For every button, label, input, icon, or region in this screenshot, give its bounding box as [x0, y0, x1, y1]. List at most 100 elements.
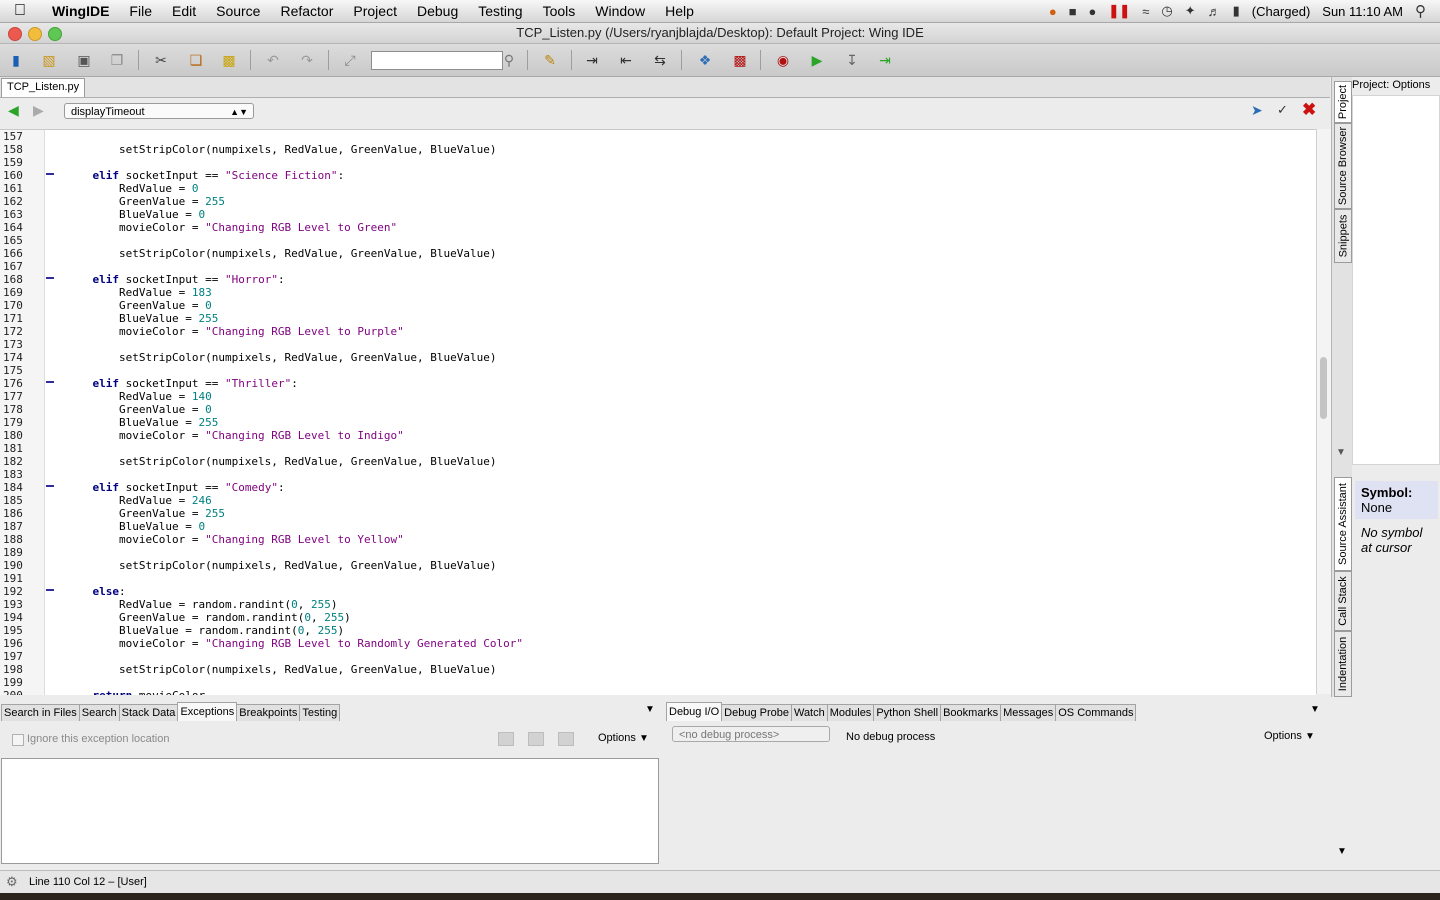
fold-marker-icon[interactable] — [46, 485, 54, 491]
menu-project[interactable]: Project — [343, 3, 407, 19]
menu-testing[interactable]: Testing — [468, 3, 532, 19]
tab-stack-data[interactable]: Stack Data — [118, 704, 179, 721]
tab-python-shell[interactable]: Python Shell — [873, 704, 942, 721]
save-all-icon[interactable]: ❐ — [108, 51, 126, 69]
cut-icon[interactable]: ✂ — [152, 51, 170, 69]
code-line[interactable]: 196 movieColor = "Changing RGB Level to … — [0, 637, 1316, 650]
code-line[interactable]: 176 elif socketInput == "Thriller": — [0, 377, 1316, 390]
clock-icon[interactable]: ◷ — [1161, 3, 1172, 19]
battery-status[interactable]: (Charged) — [1252, 4, 1311, 19]
fold-marker-icon[interactable] — [46, 277, 54, 283]
close-editor-icon[interactable]: ✖ — [1302, 100, 1316, 120]
options-chevron-icon[interactable]: ✓ — [1277, 102, 1288, 118]
step-into-icon[interactable]: ↧ — [843, 51, 861, 69]
code-line[interactable]: 158 setStripColor(numpixels, RedValue, G… — [0, 143, 1316, 156]
code-line[interactable]: 177 RedValue = 140 — [0, 390, 1316, 403]
close-window-button[interactable] — [8, 27, 22, 41]
menu-help[interactable]: Help — [655, 3, 704, 19]
run-debug-icon[interactable]: ▶ — [808, 51, 826, 69]
code-line[interactable]: 167 — [0, 260, 1316, 273]
spotlight-search-icon[interactable]: ⚲ — [1415, 2, 1426, 20]
code-line[interactable]: 186 GreenValue = 255 — [0, 507, 1316, 520]
tab-bookmarks[interactable]: Bookmarks — [940, 704, 1002, 721]
code-line[interactable]: 173 — [0, 338, 1316, 351]
exceptions-options-button[interactable]: Options ▼ — [598, 732, 649, 744]
code-line[interactable]: 191 — [0, 572, 1316, 585]
fold-marker-icon[interactable] — [46, 173, 54, 179]
step-out-icon[interactable]: ⇥ — [876, 51, 894, 69]
tab-search-in-files[interactable]: Search in Files — [1, 704, 80, 721]
tab-debug-probe[interactable]: Debug Probe — [721, 704, 792, 721]
project-pane-header[interactable]: Project: Options — [1352, 79, 1430, 91]
code-line[interactable]: 174 setStripColor(numpixels, RedValue, G… — [0, 351, 1316, 364]
code-line[interactable]: 199 — [0, 676, 1316, 689]
code-line[interactable]: 182 setStripColor(numpixels, RedValue, G… — [0, 455, 1316, 468]
code-line[interactable]: 183 — [0, 468, 1316, 481]
pin-icon[interactable]: ➤ — [1251, 102, 1263, 119]
code-line[interactable]: 198 setStripColor(numpixels, RedValue, G… — [0, 663, 1316, 676]
code-line[interactable]: 171 BlueValue = 255 — [0, 312, 1316, 325]
exception-nav-icon[interactable] — [558, 732, 574, 746]
code-line[interactable]: 161 RedValue = 0 — [0, 182, 1316, 195]
code-line[interactable]: 181 — [0, 442, 1316, 455]
tab-indentation[interactable]: Indentation — [1334, 631, 1352, 697]
code-line[interactable]: 187 BlueValue = 0 — [0, 520, 1316, 533]
back-arrow-icon[interactable]: ◀ — [8, 102, 19, 119]
zoom-window-button[interactable] — [48, 27, 62, 41]
apple-menu-icon[interactable]:  — [0, 2, 40, 20]
battery-icon[interactable]: ▮ — [1233, 3, 1240, 19]
pdf-document-icon[interactable]: ▩ — [731, 51, 749, 69]
tab-watch[interactable]: Watch — [790, 704, 828, 721]
code-line[interactable]: 172 movieColor = "Changing RGB Level to … — [0, 325, 1316, 338]
code-line[interactable]: 166 setStripColor(numpixels, RedValue, G… — [0, 247, 1316, 260]
menubar-clock[interactable]: Sun 11:10 AM — [1322, 4, 1403, 19]
code-line[interactable]: 184 elif socketInput == "Comedy": — [0, 481, 1316, 494]
menu-file[interactable]: File — [119, 3, 162, 19]
debug-io-options-button[interactable]: Options ▼ — [1264, 730, 1315, 742]
forward-arrow-icon[interactable]: ▶ — [33, 102, 44, 119]
exception-nav-icon[interactable] — [498, 732, 514, 746]
undo-icon[interactable]: ↶ — [264, 51, 282, 69]
bug-icon[interactable]: ⚙ — [6, 871, 18, 893]
exception-details-area[interactable] — [1, 758, 659, 864]
tab-snippets[interactable]: Snippets — [1334, 209, 1352, 263]
code-line[interactable]: 193 RedValue = random.randint(0, 255) — [0, 598, 1316, 611]
code-line[interactable]: 197 — [0, 650, 1316, 663]
redo-icon[interactable]: ↷ — [298, 51, 316, 69]
tab-source-assistant[interactable]: Source Assistant — [1334, 477, 1352, 571]
code-line[interactable]: 175 — [0, 364, 1316, 377]
lock-icon[interactable]: ■ — [1069, 4, 1077, 19]
code-line[interactable]: 162 GreenValue = 255 — [0, 195, 1316, 208]
code-line[interactable]: 157 — [0, 130, 1316, 143]
scope-dropdown[interactable]: displayTimeout ▲▼ — [64, 103, 254, 119]
code-line[interactable]: 180 movieColor = "Changing RGB Level to … — [0, 429, 1316, 442]
debug-process-dropdown[interactable]: <no debug process> — [672, 726, 830, 742]
tab-source-browser[interactable]: Source Browser — [1334, 123, 1352, 209]
tab-call-stack[interactable]: Call Stack — [1334, 571, 1352, 631]
volume-icon[interactable]: ♬ — [1208, 4, 1221, 19]
tab-testing[interactable]: Testing — [299, 704, 341, 721]
toolbar-search-input[interactable] — [371, 51, 503, 70]
menu-tools[interactable]: Tools — [533, 3, 586, 19]
fold-marker-icon[interactable] — [46, 589, 54, 595]
breakpoint-icon[interactable]: ◉ — [774, 51, 792, 69]
copy-icon[interactable]: ❏ — [187, 51, 205, 69]
pause-icon[interactable]: ❚❚ — [1108, 3, 1130, 19]
tab-search[interactable]: Search — [78, 704, 120, 721]
project-file-list[interactable] — [1352, 95, 1440, 465]
scroll-down-arrow-icon[interactable]: ▼ — [1337, 846, 1347, 857]
ignore-exception-checkbox[interactable] — [12, 734, 24, 746]
outdent-icon[interactable]: ⇤ — [617, 51, 635, 69]
code-line[interactable]: 164 movieColor = "Changing RGB Level to … — [0, 221, 1316, 234]
code-line[interactable]: 179 BlueValue = 255 — [0, 416, 1316, 429]
tab-breakpoints[interactable]: Breakpoints — [236, 704, 301, 721]
search-icon[interactable]: ⚲ — [500, 51, 518, 69]
code-line[interactable]: 194 GreenValue = random.randint(0, 255) — [0, 611, 1316, 624]
code-line[interactable]: 163 BlueValue = 0 — [0, 208, 1316, 221]
panel-menu-arrow-icon[interactable]: ▼ — [1310, 704, 1320, 715]
code-line[interactable]: 190 setStripColor(numpixels, RedValue, G… — [0, 559, 1316, 572]
code-line[interactable]: 168 elif socketInput == "Horror": — [0, 273, 1316, 286]
html5-icon[interactable]: ● — [1089, 4, 1097, 19]
tab-project[interactable]: Project — [1334, 81, 1352, 123]
code-line[interactable]: 192 else: — [0, 585, 1316, 598]
